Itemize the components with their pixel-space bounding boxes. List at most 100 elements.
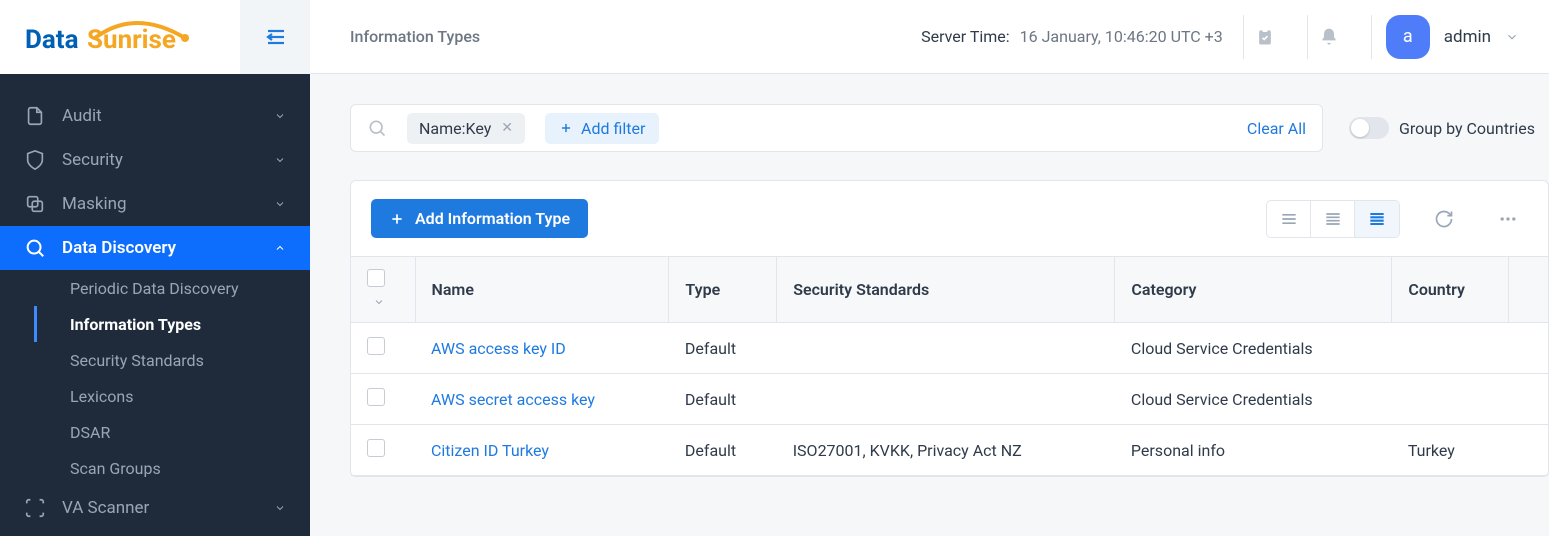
rows-icon bbox=[1323, 209, 1343, 229]
server-time: Server Time: 16 January, 10:46:20 UTC +3 bbox=[921, 27, 1223, 46]
tasks-button[interactable] bbox=[1243, 15, 1287, 59]
chevron-down-icon bbox=[274, 154, 286, 166]
column-actions bbox=[1508, 257, 1548, 323]
filter-chip-label: Name:Key bbox=[419, 119, 491, 138]
more-actions-button[interactable] bbox=[1488, 201, 1528, 237]
user-menu[interactable]: a admin bbox=[1371, 15, 1519, 59]
svg-text:Data: Data bbox=[25, 25, 79, 55]
page-title: Information Types bbox=[350, 27, 480, 46]
group-by-countries-toggle[interactable]: Group by Countries bbox=[1349, 117, 1535, 139]
subnav-information-types[interactable]: Information Types bbox=[70, 306, 310, 342]
search-icon bbox=[24, 237, 46, 259]
column-country[interactable]: Country bbox=[1392, 257, 1508, 323]
chevron-down-icon bbox=[274, 198, 286, 210]
sidebar-item-masking[interactable]: Masking bbox=[0, 182, 310, 226]
chevron-down-icon bbox=[274, 110, 286, 122]
row-country bbox=[1392, 323, 1508, 374]
row-standards bbox=[777, 374, 1115, 425]
sidebar-item-data-discovery[interactable]: Data Discovery bbox=[0, 226, 310, 270]
table-row: AWS secret access key Default Cloud Serv… bbox=[351, 374, 1548, 425]
row-checkbox[interactable] bbox=[367, 388, 385, 406]
sidebar-item-label: Masking bbox=[62, 194, 127, 214]
row-country: Turkey bbox=[1392, 425, 1508, 476]
collapse-icon bbox=[263, 25, 287, 49]
plus-icon bbox=[389, 211, 405, 227]
view-list-button[interactable] bbox=[1267, 201, 1311, 237]
filter-chip-name[interactable]: Name:Key ✕ bbox=[407, 113, 525, 144]
add-information-type-button[interactable]: Add Information Type bbox=[371, 199, 588, 238]
filter-row: Name:Key ✕ Add filter Clear All Group by… bbox=[350, 104, 1535, 152]
information-types-table: Name Type Security Standards Category Co… bbox=[351, 256, 1548, 476]
sidebar-item-security[interactable]: Security bbox=[0, 138, 310, 182]
group-toggle-label: Group by Countries bbox=[1399, 119, 1535, 138]
subnav-dsar[interactable]: DSAR bbox=[70, 414, 310, 450]
dense-rows-icon bbox=[1367, 209, 1387, 229]
column-security-standards[interactable]: Security Standards bbox=[777, 257, 1115, 323]
table-row: Citizen ID Turkey Default ISO27001, KVKK… bbox=[351, 425, 1548, 476]
content: Name:Key ✕ Add filter Clear All Group by… bbox=[310, 74, 1549, 536]
select-all-checkbox[interactable] bbox=[367, 269, 385, 287]
chevron-up-icon bbox=[274, 242, 286, 254]
view-mode-group bbox=[1266, 200, 1400, 238]
sidebar-item-audit[interactable]: Audit bbox=[0, 94, 310, 138]
plus-icon bbox=[559, 121, 573, 135]
brand-logo[interactable]: Data Sunrise bbox=[0, 0, 240, 74]
row-name-link[interactable]: Citizen ID Turkey bbox=[431, 441, 549, 460]
notifications-button[interactable] bbox=[1307, 15, 1351, 59]
table-card: Add Information Type bbox=[350, 180, 1549, 477]
row-name-link[interactable]: AWS access key ID bbox=[431, 339, 566, 358]
main: Information Types Server Time: 16 Januar… bbox=[310, 0, 1549, 536]
add-filter-button[interactable]: Add filter bbox=[545, 113, 659, 144]
chevron-down-icon bbox=[1505, 30, 1519, 44]
add-button-label: Add Information Type bbox=[415, 209, 570, 228]
sidebar-nav: Audit Security Masking Data Discovery Pe… bbox=[0, 74, 310, 536]
table-row: AWS access key ID Default Cloud Service … bbox=[351, 323, 1548, 374]
row-name-link[interactable]: AWS secret access key bbox=[431, 390, 595, 409]
file-icon bbox=[24, 105, 46, 127]
toggle-switch[interactable] bbox=[1349, 117, 1389, 139]
search-icon bbox=[367, 118, 387, 138]
column-name[interactable]: Name bbox=[415, 257, 669, 323]
row-type: Default bbox=[669, 425, 777, 476]
avatar: a bbox=[1386, 15, 1430, 59]
filter-chip-remove[interactable]: ✕ bbox=[501, 120, 513, 136]
brand-row: Data Sunrise bbox=[0, 0, 310, 74]
sidebar-item-label: VA Scanner bbox=[62, 498, 149, 518]
column-category[interactable]: Category bbox=[1115, 257, 1392, 323]
row-category: Cloud Service Credentials bbox=[1115, 323, 1392, 374]
clear-all-button[interactable]: Clear All bbox=[1247, 119, 1306, 138]
row-checkbox[interactable] bbox=[367, 439, 385, 457]
subnav-periodic-data-discovery[interactable]: Periodic Data Discovery bbox=[70, 270, 310, 306]
row-country bbox=[1392, 374, 1508, 425]
add-filter-label: Add filter bbox=[581, 119, 645, 138]
topbar: Information Types Server Time: 16 Januar… bbox=[310, 0, 1549, 74]
bell-icon bbox=[1319, 27, 1339, 47]
server-time-value: 16 January, 10:46:20 UTC +3 bbox=[1020, 27, 1223, 46]
subnav-lexicons[interactable]: Lexicons bbox=[70, 378, 310, 414]
clipboard-check-icon bbox=[1255, 27, 1275, 47]
row-checkbox[interactable] bbox=[367, 337, 385, 355]
row-category: Personal info bbox=[1115, 425, 1392, 476]
row-type: Default bbox=[669, 374, 777, 425]
view-compact-button[interactable] bbox=[1311, 201, 1355, 237]
column-type[interactable]: Type bbox=[669, 257, 777, 323]
column-select bbox=[351, 257, 415, 323]
copy-icon bbox=[24, 193, 46, 215]
row-category: Cloud Service Credentials bbox=[1115, 374, 1392, 425]
table-header-row: Name Type Security Standards Category Co… bbox=[351, 257, 1548, 323]
sidebar-item-hidden bbox=[0, 78, 310, 94]
view-dense-button[interactable] bbox=[1355, 201, 1399, 237]
sidebar-collapse-button[interactable] bbox=[240, 0, 310, 74]
subnav-security-standards[interactable]: Security Standards bbox=[70, 342, 310, 378]
sidebar-item-va-scanner[interactable]: VA Scanner bbox=[0, 486, 310, 530]
chevron-down-icon[interactable] bbox=[373, 296, 385, 308]
row-standards bbox=[777, 323, 1115, 374]
sidebar: Data Sunrise Audit Security bbox=[0, 0, 310, 536]
sidebar-item-label: Audit bbox=[62, 106, 102, 126]
refresh-button[interactable] bbox=[1424, 201, 1464, 237]
subnav-scan-groups[interactable]: Scan Groups bbox=[70, 450, 310, 486]
sidebar-item-label: Security bbox=[62, 150, 123, 170]
row-type: Default bbox=[669, 323, 777, 374]
list-icon bbox=[1279, 209, 1299, 229]
filter-bar: Name:Key ✕ Add filter Clear All bbox=[350, 104, 1323, 152]
